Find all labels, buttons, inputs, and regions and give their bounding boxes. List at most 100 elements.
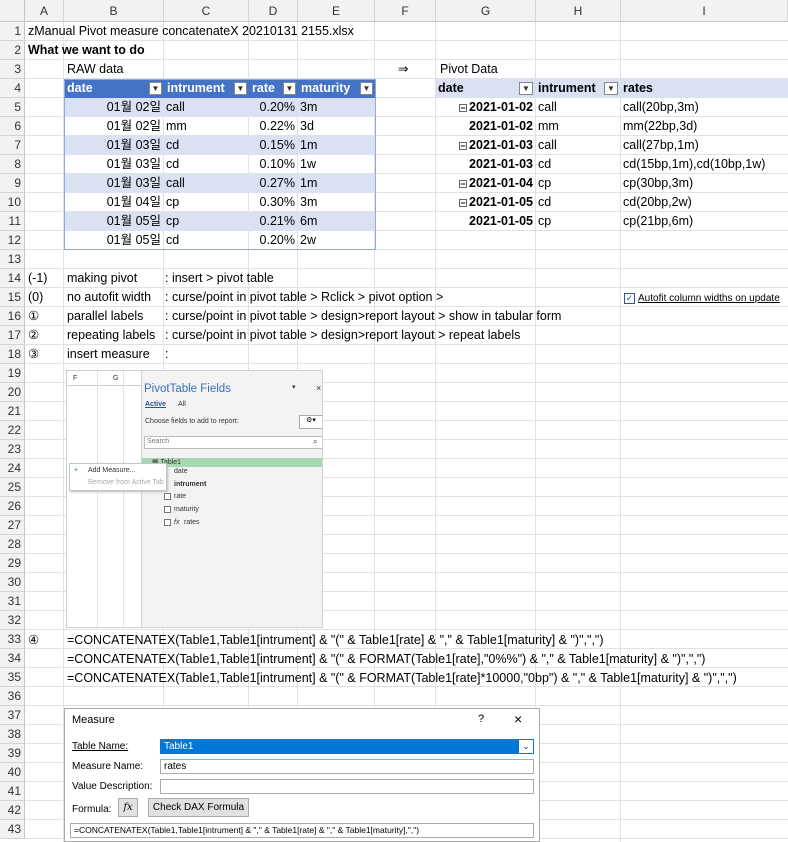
measure-name-field[interactable]: rates bbox=[160, 759, 534, 774]
row-header[interactable]: 39 bbox=[0, 744, 25, 763]
search-field[interactable]: Search ⌕ bbox=[144, 436, 322, 449]
filter-dropdown-icon[interactable]: ▼ bbox=[519, 82, 533, 95]
tab-all[interactable]: All bbox=[178, 401, 186, 408]
row-header[interactable]: 13 bbox=[0, 250, 25, 269]
column-header[interactable]: F bbox=[375, 0, 436, 22]
pivot-date-cell[interactable]: 2021-01-03 bbox=[436, 155, 533, 174]
row-header[interactable]: 20 bbox=[0, 383, 25, 402]
collapse-icon[interactable]: − bbox=[459, 103, 468, 112]
row-header[interactable]: 2 bbox=[0, 41, 25, 60]
chevron-down-icon[interactable]: ⌄ bbox=[519, 740, 533, 753]
row-header[interactable]: 17 bbox=[0, 326, 25, 345]
checkbox-rates[interactable] bbox=[164, 519, 171, 526]
pivot-date-cell[interactable]: −2021-01-03 bbox=[436, 136, 533, 155]
menu-item-remove[interactable]: Remove from Active Tab bbox=[88, 479, 164, 486]
row-header[interactable]: 21 bbox=[0, 402, 25, 421]
row-header[interactable]: 12 bbox=[0, 231, 25, 250]
row-header[interactable]: 14 bbox=[0, 269, 25, 288]
pivot-date-cell[interactable]: −2021-01-04 bbox=[436, 174, 533, 193]
column-header[interactable]: I bbox=[621, 0, 788, 22]
checkbox-maturity[interactable] bbox=[164, 506, 171, 513]
pivot-date-cell[interactable]: −2021-01-02 bbox=[436, 98, 533, 117]
row-header[interactable]: 26 bbox=[0, 497, 25, 516]
row-header[interactable]: 37 bbox=[0, 706, 25, 725]
gear-icon[interactable]: ⚙▾ bbox=[299, 415, 322, 429]
row-header[interactable]: 29 bbox=[0, 554, 25, 573]
row-header[interactable]: 30 bbox=[0, 573, 25, 592]
pivot-column-header[interactable]: date ▼ bbox=[436, 79, 536, 98]
field-maturity[interactable]: maturity bbox=[174, 506, 199, 513]
pivot-rates-cell[interactable]: cd(20bp,2w) bbox=[623, 193, 692, 212]
row-header[interactable]: 36 bbox=[0, 687, 25, 706]
row-header[interactable]: 5 bbox=[0, 98, 25, 117]
column-header[interactable]: G bbox=[436, 0, 536, 22]
row-header[interactable]: 18 bbox=[0, 345, 25, 364]
menu-item-add-measure[interactable]: Add Measure... bbox=[88, 467, 135, 474]
pivot-rates-cell[interactable]: cp(21bp,6m) bbox=[623, 212, 693, 231]
column-header[interactable]: A bbox=[25, 0, 64, 22]
column-header[interactable]: D bbox=[249, 0, 298, 22]
row-header[interactable]: 7 bbox=[0, 136, 25, 155]
checkbox-rate[interactable] bbox=[164, 493, 171, 500]
dropdown-arrow-icon[interactable]: ▾ bbox=[292, 383, 296, 391]
row-header[interactable]: 23 bbox=[0, 440, 25, 459]
help-icon[interactable]: ? bbox=[478, 713, 484, 725]
field-rate[interactable]: rate bbox=[174, 493, 186, 500]
row-header[interactable]: 6 bbox=[0, 117, 25, 136]
close-icon[interactable]: × bbox=[514, 711, 522, 727]
row-header[interactable]: 28 bbox=[0, 535, 25, 554]
pivot-instrument-cell[interactable]: mm bbox=[538, 117, 559, 136]
row-header[interactable]: 38 bbox=[0, 725, 25, 744]
row-header[interactable]: 31 bbox=[0, 592, 25, 611]
column-header[interactable]: H bbox=[536, 0, 621, 22]
pivot-rates-cell[interactable]: cd(15bp,1m),cd(10bp,1w) bbox=[623, 155, 765, 174]
pivot-date-cell[interactable]: −2021-01-05 bbox=[436, 193, 533, 212]
field-date[interactable]: date bbox=[174, 468, 188, 475]
row-header[interactable]: 33 bbox=[0, 630, 25, 649]
pivot-instrument-cell[interactable]: call bbox=[538, 136, 557, 155]
column-header[interactable]: E bbox=[298, 0, 375, 22]
row-header[interactable]: 34 bbox=[0, 649, 25, 668]
row-header[interactable]: 24 bbox=[0, 459, 25, 478]
row-header[interactable]: 4 bbox=[0, 79, 25, 98]
row-header[interactable]: 8 bbox=[0, 155, 25, 174]
collapse-icon[interactable]: − bbox=[459, 198, 468, 207]
pivot-date-cell[interactable]: 2021-01-05 bbox=[436, 212, 533, 231]
pivot-instrument-cell[interactable]: cd bbox=[538, 155, 551, 174]
pivot-column-header[interactable]: intrument ▼ bbox=[536, 79, 621, 98]
row-header[interactable]: 32 bbox=[0, 611, 25, 630]
collapse-icon[interactable]: − bbox=[459, 179, 468, 188]
pivot-instrument-cell[interactable]: cp bbox=[538, 212, 551, 231]
checkbox-checked-icon[interactable]: ✓ bbox=[624, 292, 635, 304]
pivot-rates-cell[interactable]: cp(30bp,3m) bbox=[623, 174, 693, 193]
column-header[interactable]: C bbox=[164, 0, 249, 22]
select-all-corner[interactable] bbox=[0, 0, 25, 22]
row-header[interactable]: 42 bbox=[0, 801, 25, 820]
row-header[interactable]: 15 bbox=[0, 288, 25, 307]
row-header[interactable]: 25 bbox=[0, 478, 25, 497]
row-header[interactable]: 3 bbox=[0, 60, 25, 79]
row-header[interactable]: 16 bbox=[0, 307, 25, 326]
row-header[interactable]: 35 bbox=[0, 668, 25, 687]
row-header[interactable]: 27 bbox=[0, 516, 25, 535]
pivot-rates-cell[interactable]: call(27bp,1m) bbox=[623, 136, 699, 155]
row-header[interactable]: 43 bbox=[0, 820, 25, 839]
fx-button[interactable]: fx bbox=[118, 798, 138, 817]
row-header[interactable]: 11 bbox=[0, 212, 25, 231]
pivot-rates-cell[interactable]: call(20bp,3m) bbox=[623, 98, 699, 117]
collapse-icon[interactable]: − bbox=[459, 141, 468, 150]
pivot-instrument-cell[interactable]: cd bbox=[538, 193, 551, 212]
formula-editor[interactable]: =CONCATENATEX(Table1,Table1[intrument] &… bbox=[70, 823, 534, 838]
row-header[interactable]: 9 bbox=[0, 174, 25, 193]
row-header[interactable]: 19 bbox=[0, 364, 25, 383]
row-header[interactable]: 40 bbox=[0, 763, 25, 782]
pivot-instrument-cell[interactable]: call bbox=[538, 98, 557, 117]
row-header[interactable]: 1 bbox=[0, 22, 25, 41]
close-icon[interactable]: × bbox=[316, 383, 321, 393]
column-header[interactable]: B bbox=[64, 0, 164, 22]
value-description-field[interactable] bbox=[160, 779, 534, 794]
pivot-date-cell[interactable]: 2021-01-02 bbox=[436, 117, 533, 136]
tab-active[interactable]: Active bbox=[145, 401, 166, 408]
filter-dropdown-icon[interactable]: ▼ bbox=[604, 82, 618, 95]
field-intrument[interactable]: intrument bbox=[174, 481, 206, 488]
